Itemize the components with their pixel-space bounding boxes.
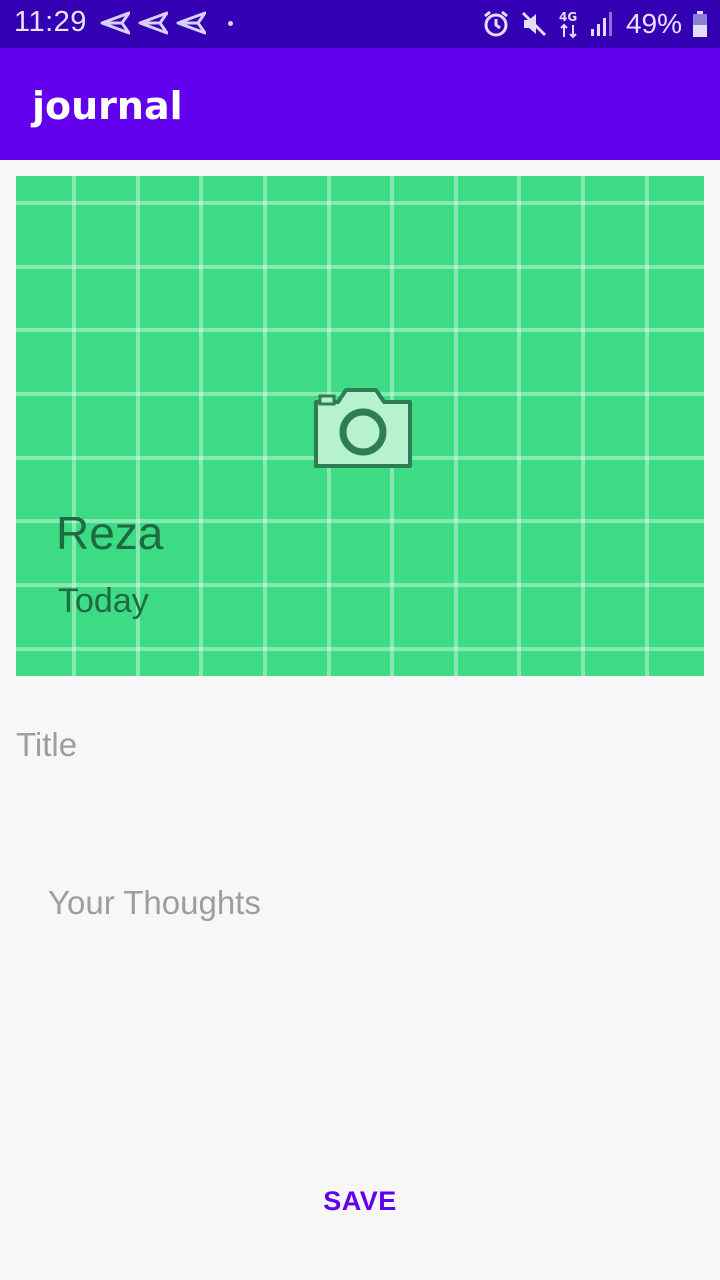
send-icon [100,11,130,35]
grid-line [517,176,521,676]
notification-icons [100,11,233,35]
grid-line [16,328,704,332]
status-right: 4G 49% [482,8,708,40]
status-bar: 11:29 4G 49% [0,0,720,48]
journal-author-name: Reza [56,507,164,559]
send-icon [176,11,206,35]
battery-icon [693,11,707,37]
grid-line [16,265,704,269]
camera-icon [314,388,412,468]
grid-line [16,647,704,651]
grid-line [199,176,203,676]
app-bar: journal [0,48,720,160]
mute-icon [521,11,547,37]
grid-line [581,176,585,676]
network-label: 4G [559,10,577,24]
grid-line [645,176,649,676]
title-input[interactable] [16,720,704,770]
network-icon: 4G [559,10,577,39]
more-notifications-dot [228,20,233,26]
journal-photo-card: Reza Today [16,176,704,676]
signal-icon [590,12,612,36]
grid-line [263,176,267,676]
app-title: journal [32,84,183,128]
grid-line [16,201,704,205]
add-photo-button[interactable] [306,380,416,472]
battery-percent: 49% [625,8,682,39]
journal-date: Today [58,582,149,620]
status-time: 11:29 [14,6,87,38]
save-button[interactable]: SAVE [280,1168,440,1234]
send-icon [138,11,168,35]
grid-line [454,176,458,676]
thoughts-input[interactable] [48,884,688,1104]
alarm-icon [484,10,508,37]
